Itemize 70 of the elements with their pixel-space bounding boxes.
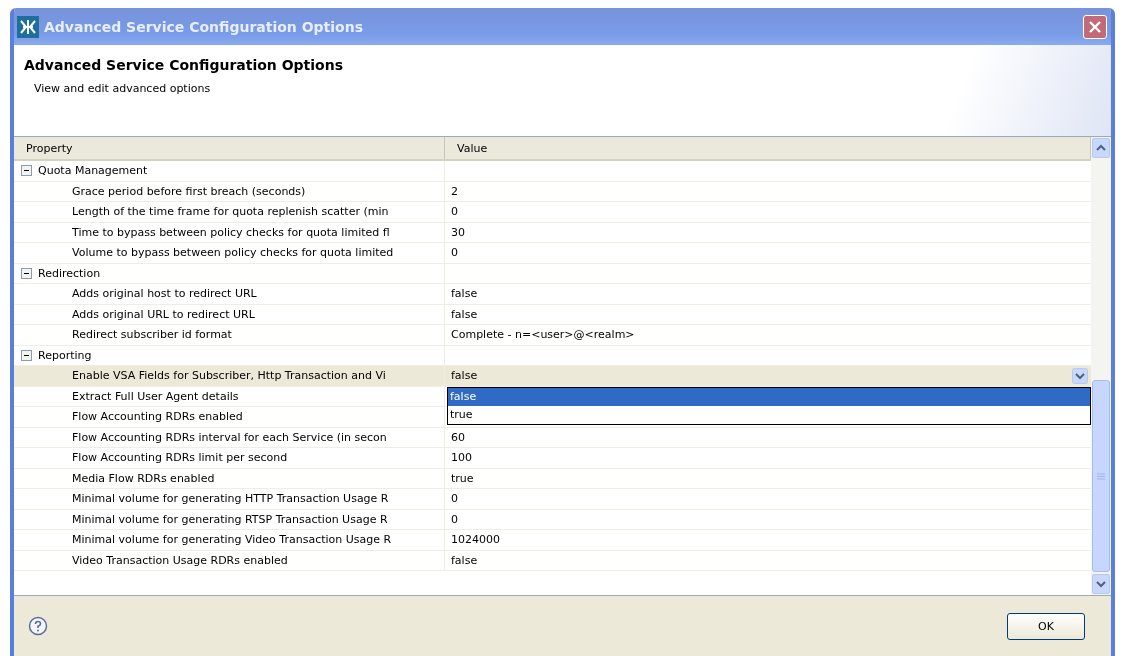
table-row[interactable]: Minimal volume for generating HTTP Transaction Usage R 0: [14, 489, 1091, 510]
group-label: Reporting: [38, 348, 92, 362]
close-button[interactable]: [1083, 14, 1107, 39]
ok-button[interactable]: OK: [1007, 612, 1085, 640]
value-cell-text: 1024000: [450, 532, 501, 549]
close-icon: [1088, 19, 1102, 34]
table-row[interactable]: Time to bypass between policy checks for quota limited fl 30: [14, 222, 1091, 243]
property-cell: Video Transaction Usage RDRs enabled: [14, 550, 445, 570]
scroll-up-button[interactable]: [1092, 138, 1110, 158]
property-cell: Grace period before first breach (seconds): [14, 181, 445, 201]
table-row[interactable]: Minimal volume for generating Video Transaction Usage R 1024000: [14, 530, 1091, 551]
table-row[interactable]: Length of the time frame for quota replenish scatter (min 0: [14, 202, 1091, 223]
table-row[interactable]: Video Transaction Usage RDRs enabled false: [14, 550, 1091, 571]
table-row[interactable]: Grace period before first breach (seconds) 2: [14, 181, 1091, 202]
property-cell: Adds original host to redirect URL: [14, 284, 445, 304]
value-cell-text: true: [450, 470, 475, 487]
property-cell: Redirect subscriber id format: [14, 325, 445, 345]
grip-icon: [1097, 472, 1105, 480]
property-cell: Extract Full User Agent details: [14, 386, 445, 406]
value-cell-text: 30: [450, 224, 466, 241]
property-cell: Flow Accounting RDRs interval for each Service (in secon: [14, 427, 445, 447]
property-cell: Media Flow RDRs enabled: [14, 468, 445, 488]
value-cell-text: 60: [450, 429, 466, 446]
table-row[interactable]: Media Flow RDRs enabled true: [14, 468, 1091, 489]
collapse-icon[interactable]: [21, 267, 32, 279]
table-row[interactable]: Adds original host to redirect URL false: [14, 284, 1091, 305]
value-cell-text: false: [450, 552, 479, 569]
table-row[interactable]: Flow Accounting RDRs interval for each Service (in secon 60: [14, 427, 1091, 448]
header-title: Advanced Service Configuration Options: [24, 57, 345, 73]
table-row[interactable]: Flow Accounting RDRs limit per second 100: [14, 448, 1091, 469]
table-row[interactable]: Minimal volume for generating RTSP Transaction Usage R 0: [14, 509, 1091, 530]
property-cell: Minimal volume for generating HTTP Transaction Usage R: [14, 489, 445, 509]
group-label: Redirection: [38, 266, 101, 280]
property-cell: Adds original URL to redirect URL: [14, 304, 445, 324]
value-cell-text: 0: [450, 204, 459, 221]
column-header[interactable]: Property: [14, 137, 445, 159]
table-row[interactable]: Adds original URL to redirect URL false: [14, 304, 1091, 325]
property-cell: Minimal volume for generating RTSP Transaction Usage R: [14, 509, 445, 529]
scrollbar[interactable]: [1091, 137, 1111, 595]
chevron-up-icon: [1096, 144, 1106, 152]
value-dropdown[interactable]: false: [451, 366, 1091, 386]
value-cell-text: 0: [450, 491, 459, 508]
value-cell-text: Complete - n=<user>@<realm>: [450, 327, 636, 344]
table-row[interactable]: Redirect subscriber id format Complete - n=<user>@<realm>: [14, 325, 1091, 346]
chevron-down-icon: [1096, 580, 1106, 588]
value-cell-text: false: [450, 306, 479, 323]
table-row[interactable]: Volume to bypass between policy checks for quota limited 0: [14, 243, 1091, 264]
value-cell-text: 100: [450, 450, 473, 467]
dropdown-option[interactable]: false: [448, 387, 1090, 406]
scroll-down-button[interactable]: [1092, 574, 1110, 594]
property-cell: Time to bypass between policy checks for quota limited fl: [14, 222, 445, 242]
help-icon[interactable]: [28, 616, 48, 636]
header-subtitle: View and edit advanced options: [34, 82, 212, 95]
property-cell: Minimal volume for generating Video Transaction Usage R: [14, 530, 445, 550]
scroll-thumb[interactable]: [1092, 380, 1110, 572]
value-cell-text: 2: [450, 183, 459, 200]
property-cell: Flow Accounting RDRs limit per second: [14, 448, 445, 468]
window-title: Advanced Service Configuration Options: [44, 18, 365, 35]
group-label: Quota Management: [38, 164, 148, 178]
property-cell: Enable VSA Fields for Subscriber, Http Transaction and Vi: [14, 366, 445, 386]
value-cell-text: 0: [450, 511, 459, 528]
property-cell: Volume to bypass between policy checks for quota limited: [14, 243, 445, 263]
app-icon: [17, 15, 39, 38]
collapse-icon[interactable]: [21, 349, 32, 361]
property-cell: Flow Accounting RDRs enabled: [14, 407, 445, 427]
value-cell-text: false: [450, 286, 479, 303]
table-row[interactable]: Enable VSA Fields for Subscriber, Http Transaction and Vi false: [14, 366, 1091, 387]
property-cell: Length of the time frame for quota replenish scatter (min: [14, 202, 445, 222]
value-cell-text: 0: [450, 245, 459, 262]
collapse-icon[interactable]: [21, 165, 32, 177]
